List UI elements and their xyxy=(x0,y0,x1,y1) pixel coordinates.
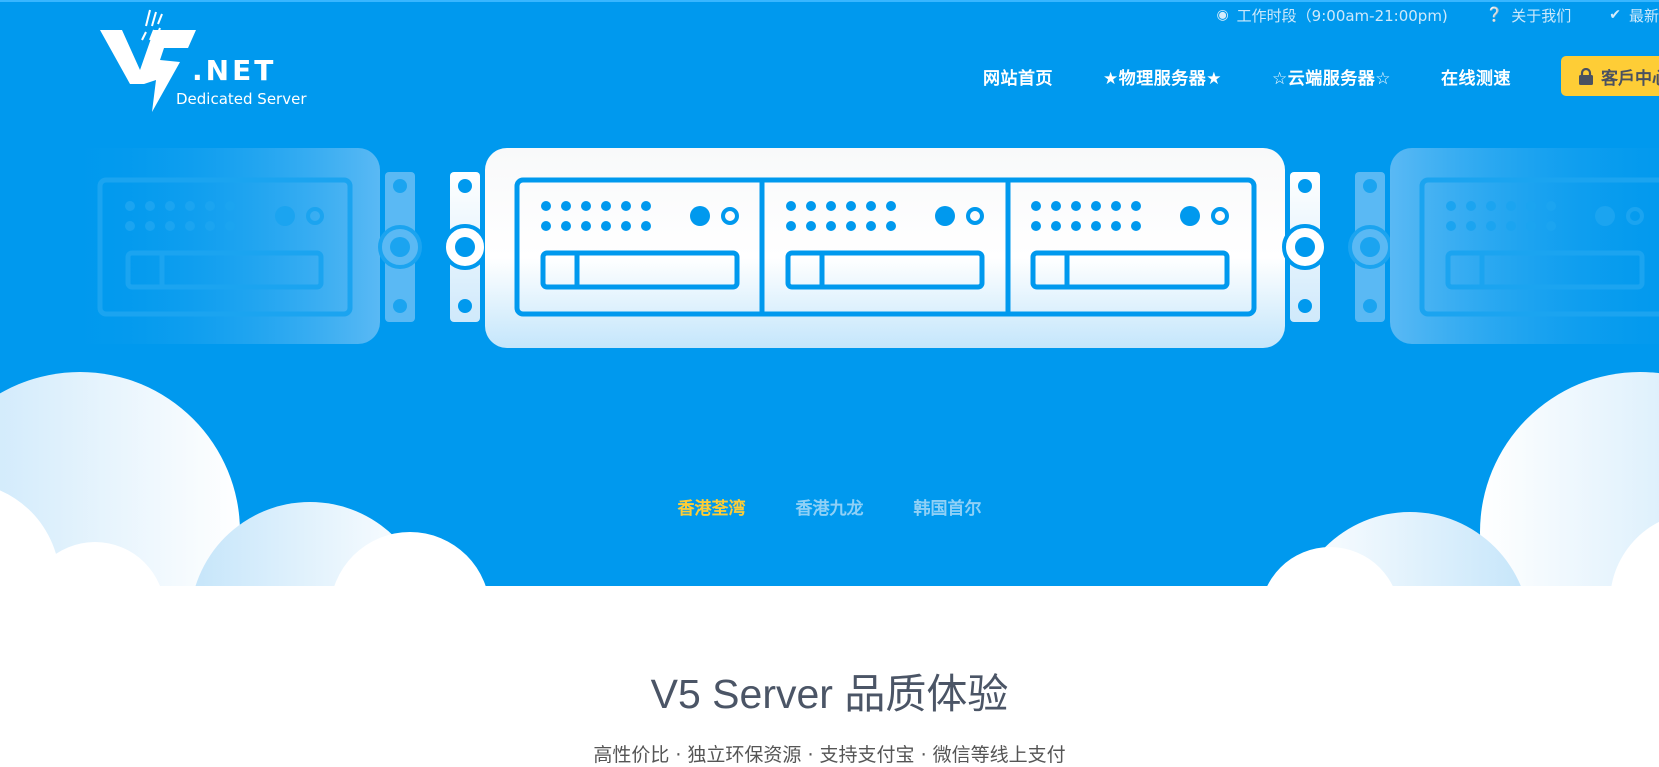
location-tabs: 香港荃湾 香港九龙 韩国首尔 xyxy=(0,494,1659,519)
cloud-left xyxy=(0,372,486,586)
nav-home[interactable]: 网站首页 xyxy=(983,64,1053,89)
server-rack-illustration xyxy=(60,148,1659,348)
cloud-decoration xyxy=(0,372,1659,586)
tab-hk-kowloon[interactable]: 香港九龙 xyxy=(796,494,864,519)
tab-hk-tsuen-wan[interactable]: 香港荃湾 xyxy=(678,494,746,519)
news-link[interactable]: 最新动态 xyxy=(1629,5,1659,26)
top-utility-bar: ◉ 工作时段（9:00am-21:00pm) ❔ 关于我们 ✔ 最新动态 xyxy=(1216,4,1659,26)
check-icon: ✔ xyxy=(1609,7,1621,23)
logo-tagline: Dedicated Server xyxy=(176,90,307,108)
about-link[interactable]: 关于我们 xyxy=(1511,5,1571,26)
nav-cloud-servers[interactable]: ☆云端服务器☆ xyxy=(1272,64,1391,89)
lock-icon xyxy=(1579,67,1593,85)
topbar-item-news[interactable]: ✔ 最新动态 xyxy=(1609,5,1659,26)
chat-bubble-icon: ◉ xyxy=(1216,7,1229,23)
site-logo[interactable]: .NET Dedicated Server xyxy=(100,8,310,118)
question-circle-icon: ❔ xyxy=(1485,7,1504,23)
topbar-item-hours: ◉ 工作时段（9:00am-21:00pm) xyxy=(1216,5,1447,26)
main-nav: 网站首页 ★物理服务器★ ☆云端服务器☆ 在线测速 客戶中心 xyxy=(983,56,1659,96)
client-center-label: 客戶中心 xyxy=(1601,68,1659,89)
nav-speed-test[interactable]: 在线测速 xyxy=(1441,64,1511,89)
faded-server-left xyxy=(60,148,422,344)
hours-text: 工作时段（9:00am-21:00pm) xyxy=(1236,6,1448,25)
logo-net-text: .NET xyxy=(192,54,276,87)
topbar-item-about[interactable]: ❔ 关于我们 xyxy=(1486,5,1571,26)
faded-server-right xyxy=(1348,148,1659,344)
section-title: V5 Server 品质体验 xyxy=(650,671,1009,717)
nav-dedicated-servers[interactable]: ★物理服务器★ xyxy=(1103,64,1222,89)
client-center-button[interactable]: 客戶中心 xyxy=(1561,56,1659,96)
main-server xyxy=(442,148,1328,348)
cloud-right xyxy=(1267,372,1659,586)
section-subtitle: 高性价比 · 独立环保资源 · 支持支付宝 · 微信等线上支付 xyxy=(593,744,1066,766)
hero-banner: .NET Dedicated Server ◉ 工作时段（9:00am-21:0… xyxy=(0,0,1659,586)
tab-korea-seoul[interactable]: 韩国首尔 xyxy=(914,494,982,519)
